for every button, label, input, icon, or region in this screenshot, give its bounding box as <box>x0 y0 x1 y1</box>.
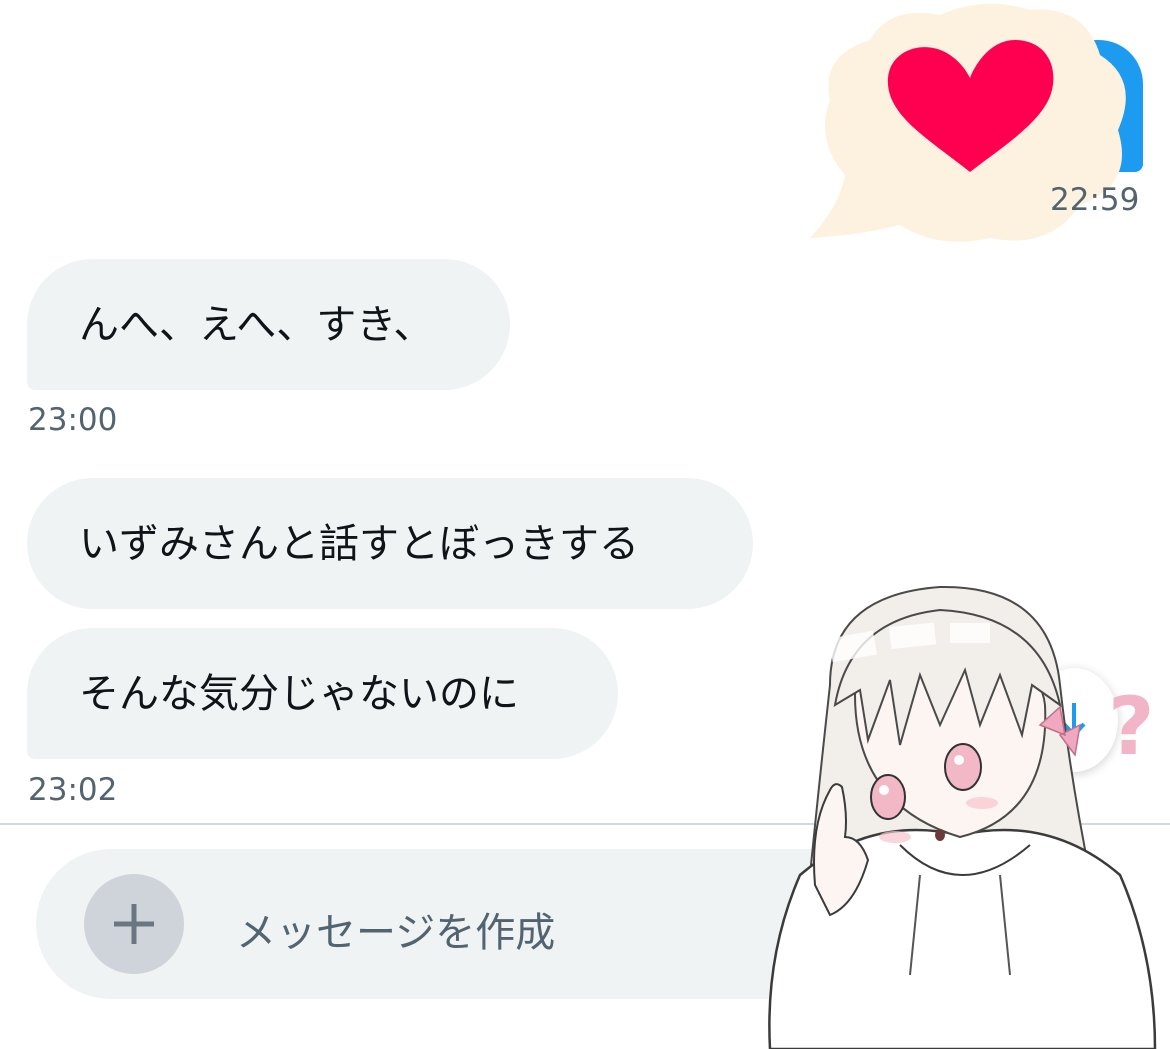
message-timestamp: 22:59 <box>1050 182 1140 218</box>
message-timestamp: 23:02 <box>28 772 118 808</box>
incoming-message-bubble[interactable]: んへ、えへ、すき、 <box>27 259 510 390</box>
anime-girl-illustration <box>768 585 1157 1049</box>
incoming-message-bubble[interactable]: そんな気分じゃないのに <box>27 628 618 759</box>
message-text: んへ、えへ、すき、 <box>79 301 434 348</box>
question-mark: ? <box>1108 680 1155 773</box>
message-text: そんな気分じゃないのに <box>79 670 519 717</box>
message-input-placeholder[interactable]: メッセージを作成 <box>236 900 555 958</box>
add-media-button[interactable] <box>84 874 184 974</box>
message-text: いずみさんと話すとぼっきする <box>79 520 639 567</box>
message-timestamp: 23:00 <box>28 402 118 438</box>
incoming-message-bubble[interactable]: いずみさんと話すとぼっきする <box>27 478 753 609</box>
plus-icon <box>114 904 154 944</box>
